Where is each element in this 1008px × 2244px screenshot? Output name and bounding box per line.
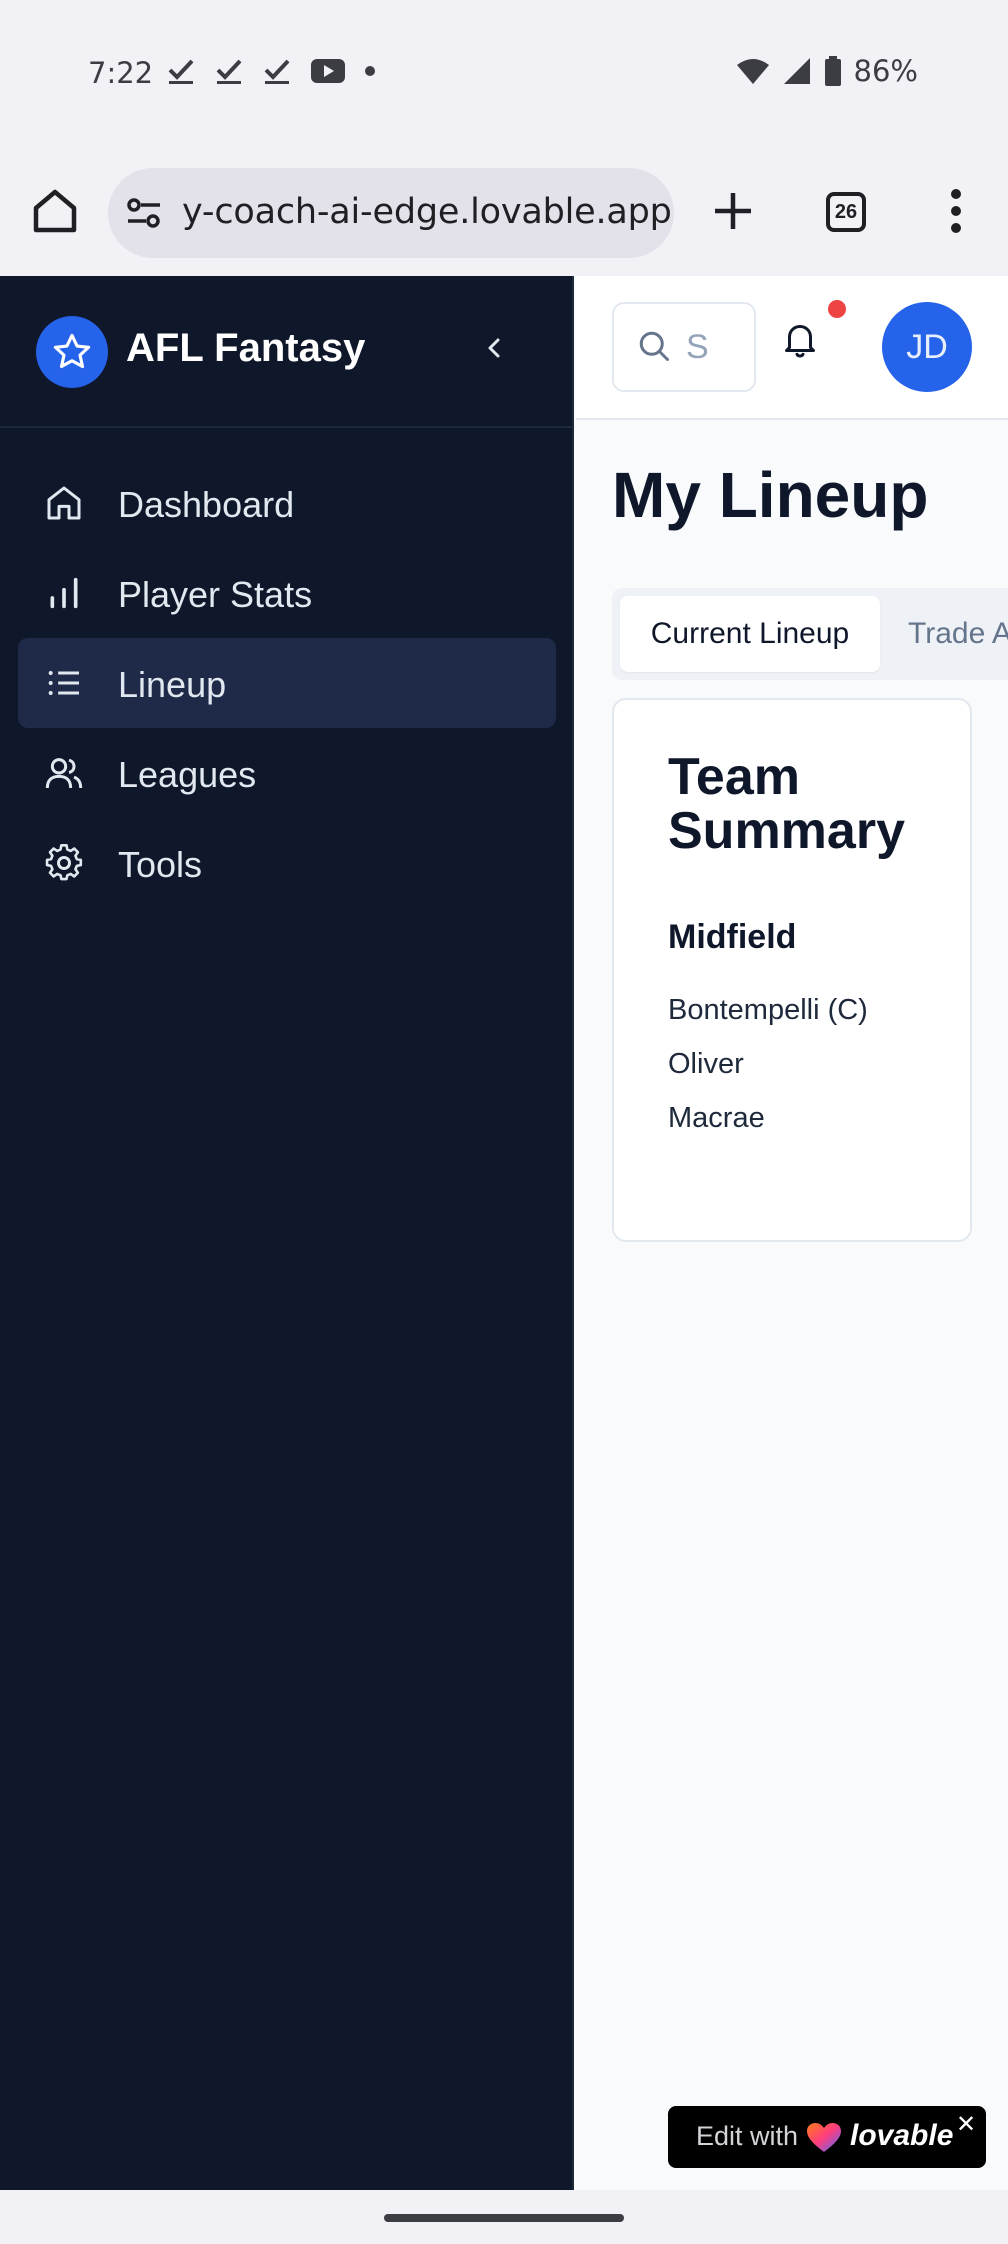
top-bar: S JD: [576, 276, 1008, 420]
app-viewport: AFL Fantasy Dashboard Player Stats Lineu…: [0, 276, 1008, 2190]
status-time: 7:22: [88, 56, 154, 90]
chevron-left-icon[interactable]: [480, 334, 508, 362]
battery-level: 86%: [853, 54, 918, 88]
check-icon: [168, 59, 194, 84]
list-item: Bontempelli (C): [668, 994, 868, 1026]
tab-current-lineup[interactable]: Current Lineup: [620, 596, 880, 672]
sidebar-item-label: Player Stats: [118, 574, 313, 615]
heart-icon: [807, 2123, 841, 2152]
close-icon[interactable]: ✕: [956, 2110, 976, 2139]
battery-icon: [824, 56, 841, 86]
home-indicator[interactable]: [384, 2214, 624, 2222]
lovable-logo-text: lovable: [850, 2119, 954, 2152]
sidebar-item-label: Leagues: [118, 754, 257, 795]
search-icon: [639, 331, 669, 361]
team-summary-card: Team Summary Midfield Bontempelli (C) Ol…: [612, 698, 972, 1242]
sidebar-item-label: Tools: [118, 844, 203, 885]
player-list: Bontempelli (C) Oliver Macrae: [668, 988, 868, 1150]
sidebar-item-leagues[interactable]: Leagues: [18, 728, 556, 818]
list-item: Oliver: [668, 1048, 744, 1080]
check-icon: [216, 59, 242, 84]
check-icon: [264, 59, 290, 84]
site-settings-icon[interactable]: [126, 196, 162, 230]
brand-name: AFL Fantasy: [126, 326, 366, 370]
sidebar-item-label: Lineup: [118, 664, 227, 705]
search-placeholder: S: [686, 328, 709, 366]
list-item: Macrae: [668, 1102, 765, 1134]
lineup-tabs: Current Lineup Trade A: [612, 588, 1008, 680]
search-input[interactable]: S: [612, 302, 756, 392]
status-bar: 7:22 86%: [0, 0, 1008, 150]
bar-chart-icon: [50, 577, 78, 609]
sidebar-nav: Dashboard Player Stats Lineup Leagues To…: [18, 458, 556, 908]
home-icon[interactable]: [30, 186, 80, 236]
sidebar-header: AFL Fantasy: [0, 276, 574, 428]
section-heading: Midfield: [668, 918, 797, 956]
list-icon: [48, 671, 79, 695]
edit-with-lovable-badge[interactable]: Edit with lovable ✕: [668, 2106, 986, 2168]
gesture-bar: [0, 2190, 1008, 2244]
sidebar-item-label: Dashboard: [118, 484, 295, 525]
badge-label: Edit with: [696, 2121, 799, 2151]
youtube-icon: [311, 59, 345, 83]
avatar[interactable]: JD: [882, 302, 972, 392]
url-text[interactable]: y-coach-ai-edge.lovable.app: [182, 192, 672, 232]
browser-toolbar: y-coach-ai-edge.lovable.app 26: [0, 150, 1008, 276]
home-icon: [47, 486, 81, 520]
star-icon: [36, 316, 108, 388]
gear-icon: [45, 843, 83, 881]
sidebar-item-lineup[interactable]: Lineup: [18, 638, 556, 728]
dot-icon: [365, 66, 375, 76]
page-title: My Lineup: [612, 459, 929, 531]
sidebar-item-player-stats[interactable]: Player Stats: [18, 548, 556, 638]
signal-icon: [783, 58, 810, 84]
notification-icons: [166, 56, 376, 86]
bell-icon[interactable]: [782, 320, 818, 360]
more-menu-icon[interactable]: [948, 186, 964, 236]
new-tab-icon[interactable]: [708, 186, 758, 236]
wifi-icon: [736, 59, 769, 84]
card-title: Team Summary: [668, 748, 905, 860]
sidebar: AFL Fantasy Dashboard Player Stats Lineu…: [0, 276, 574, 2190]
tab-trade-analyzer[interactable]: Trade A: [908, 596, 1008, 672]
notification-dot: [828, 300, 846, 318]
address-bar[interactable]: y-coach-ai-edge.lovable.app: [108, 168, 674, 258]
sidebar-item-tools[interactable]: Tools: [18, 818, 556, 908]
tab-switcher-button[interactable]: 26: [826, 192, 866, 232]
users-icon: [45, 758, 83, 789]
sidebar-item-dashboard[interactable]: Dashboard: [18, 458, 556, 548]
